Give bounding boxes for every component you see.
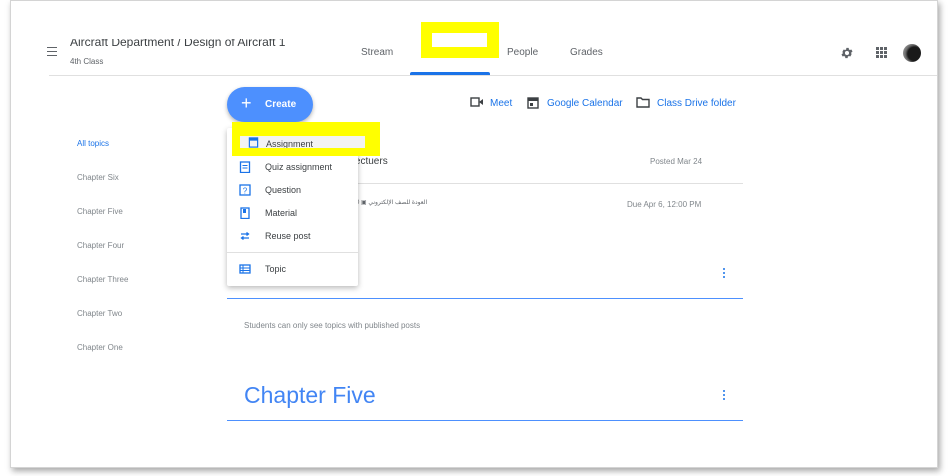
menu-item-label: Topic [265,264,287,274]
reuse-icon [240,231,250,241]
create-button[interactable]: + Create [227,87,313,122]
topic-chapter-four[interactable]: Chapter Four [77,241,124,250]
question-icon: ? [239,184,251,196]
menu-item-question[interactable]: ? Question [227,180,358,202]
assignment-name: العودة للصف الإلكتروني [368,200,428,206]
menu-item-reuse-post[interactable]: Reuse post [227,226,358,248]
menu-item-label: Assignment [266,139,314,148]
section-more-options-icon[interactable] [723,390,727,402]
folder-icon [636,97,650,108]
settings-gear-icon[interactable] [840,46,854,60]
topic-all-topics[interactable]: All topics [77,139,109,148]
more-options-icon[interactable] [723,268,727,280]
quiz-icon [239,161,251,173]
class-title[interactable]: Aircraft Department / Design of Aircraft… [70,39,285,48]
main-menu-icon[interactable] [47,47,57,56]
class-drive-folder-link[interactable]: Class Drive folder [636,97,736,109]
tab-classwork[interactable] [432,33,487,47]
tab-grades[interactable]: Grades [570,47,603,58]
topics-visibility-notice: Students can only see topics with publis… [244,321,421,330]
topic-chapter-five[interactable]: Chapter Five [77,207,123,216]
section-heading-chapter-five[interactable]: Chapter Five [244,382,376,409]
menu-item-label: Quiz assignment [265,162,333,172]
google-apps-grid-icon[interactable] [876,47,887,58]
create-button-label: Create [265,99,297,110]
browser-frame: Aircraft Department / Design of Aircraft… [10,0,938,468]
drive-link-label: Class Drive folder [657,98,736,109]
menu-item-topic[interactable]: Topic [227,259,358,281]
menu-item-assignment[interactable]: Assignment [240,136,365,148]
topic-chapter-three[interactable]: Chapter Three [77,275,128,284]
menu-item-material[interactable]: Material [227,203,358,225]
meet-link[interactable]: Meet [470,97,513,109]
app-header: Aircraft Department / Design of Aircraft… [11,1,937,75]
calendar-link-label: Google Calendar [547,98,623,109]
video-camera-icon [470,97,483,107]
tab-stream[interactable]: Stream [361,47,393,58]
topic-chapter-two[interactable]: Chapter Two [77,309,122,318]
due-date: Due Apr 6, 12:00 PM [627,200,702,209]
topic-chapter-one[interactable]: Chapter One [77,343,123,352]
user-avatar[interactable] [903,44,921,62]
google-calendar-link[interactable]: Google Calendar [527,97,623,109]
header-divider [49,75,937,76]
menu-item-label: Question [265,185,302,195]
class-subtitle: 4th Class [70,57,104,66]
menu-item-quiz-assignment[interactable]: Quiz assignment [227,157,358,179]
assignment-row[interactable]: العودة للصف الإلكتروني ▣ 0 [356,199,427,206]
menu-item-label: Reuse post [265,231,311,241]
attachment-icon: ▣ [361,200,367,206]
topic-icon [239,264,251,274]
meet-link-label: Meet [490,98,513,109]
posted-date: Posted Mar 24 [650,157,703,166]
assignment-icon [248,137,259,148]
plus-icon: + [241,93,252,113]
calendar-icon [527,97,539,109]
topic-divider [227,298,743,299]
menu-separator [227,252,358,253]
svg-text:?: ? [243,186,248,195]
section-divider [227,420,743,421]
topic-chapter-six[interactable]: Chapter Six [77,173,119,182]
tab-people[interactable]: People [507,47,538,58]
material-icon [240,207,250,219]
menu-item-label: Material [265,208,298,218]
